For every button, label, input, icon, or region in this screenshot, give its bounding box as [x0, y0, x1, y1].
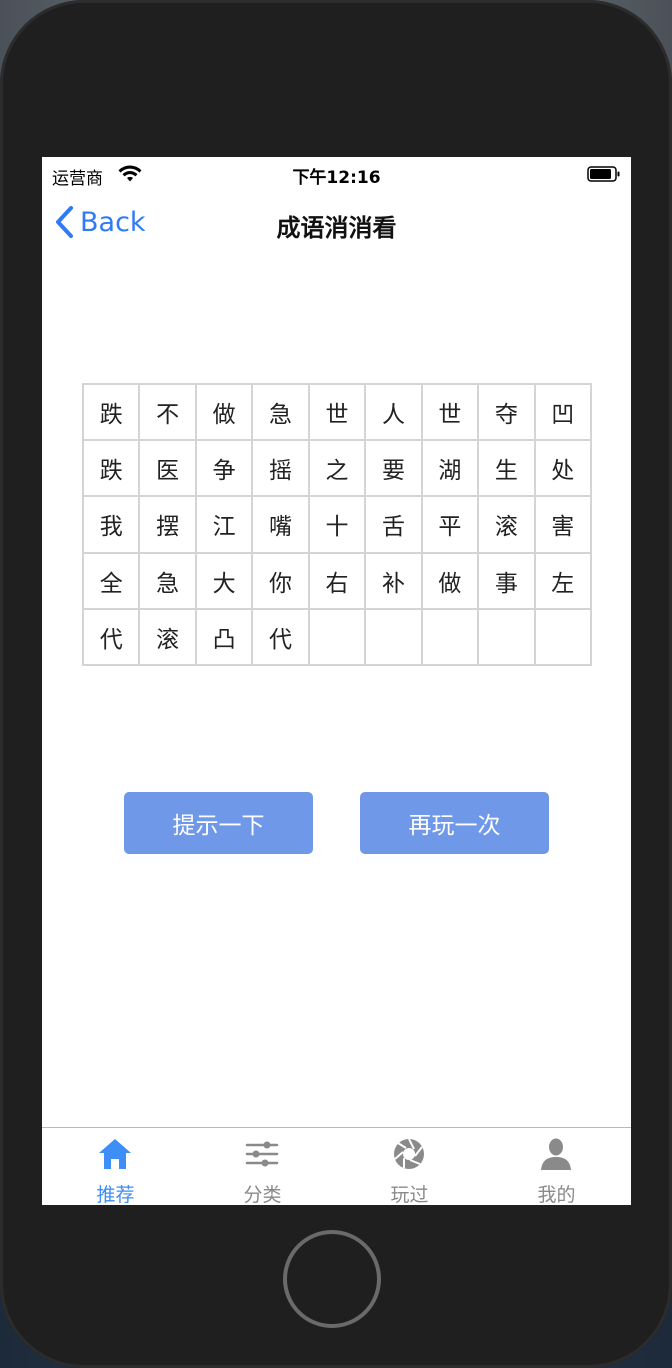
grid-cell[interactable]: 我: [84, 497, 141, 554]
grid-cell[interactable]: 摇: [253, 441, 310, 498]
grid-cell-empty: [309, 609, 367, 666]
grid-cell-empty: [422, 609, 480, 666]
grid-cell[interactable]: 凹: [535, 385, 592, 442]
status-bar: 运营商 下午12:16: [42, 157, 631, 191]
grid-cell[interactable]: 滚: [140, 609, 197, 666]
grid-cell[interactable]: 代: [253, 609, 310, 666]
grid-cell[interactable]: 右: [309, 553, 367, 610]
tab-bar: 推荐 分类 玩过 我的: [42, 1127, 631, 1205]
sliders-icon: [244, 1137, 280, 1171]
grid-cell[interactable]: 处: [535, 441, 592, 498]
grid-cell[interactable]: 凸: [196, 609, 254, 666]
home-button[interactable]: [283, 1230, 381, 1328]
grid-cell[interactable]: 补: [366, 553, 423, 610]
grid-cell[interactable]: 不: [140, 385, 197, 442]
grid-cell[interactable]: 事: [479, 553, 536, 610]
grid-cell-empty: [479, 609, 536, 666]
grid-cell[interactable]: 左: [535, 553, 592, 610]
app-screen: 运营商 下午12:16 Back 成语消消看 跌 不 做 急 世 人 世 夺 凹…: [42, 157, 631, 1205]
tab-label: 分类: [243, 1184, 282, 1205]
grid-cell[interactable]: 全: [84, 553, 141, 610]
grid-cell[interactable]: 世: [309, 385, 367, 442]
grid-cell[interactable]: 大: [196, 553, 254, 610]
grid-cell[interactable]: 嘴: [253, 497, 310, 554]
user-icon: [538, 1137, 574, 1171]
grid-cell[interactable]: 要: [366, 441, 423, 498]
grid-cell[interactable]: 急: [253, 385, 310, 442]
grid-cell[interactable]: 跌: [84, 441, 141, 498]
grid-cell-empty: [366, 609, 423, 666]
grid-cell[interactable]: 生: [479, 441, 536, 498]
grid-cell[interactable]: 害: [535, 497, 592, 554]
grid-cell[interactable]: 湖: [422, 441, 480, 498]
tab-label: 推荐: [96, 1184, 135, 1205]
grid-cell[interactable]: 医: [140, 441, 197, 498]
navigation-bar: Back 成语消消看: [42, 191, 631, 253]
grid-cell-empty: [535, 609, 592, 666]
grid-cell[interactable]: 世: [422, 385, 480, 442]
grid-cell[interactable]: 之: [309, 441, 367, 498]
status-time: 下午12:16: [292, 168, 381, 188]
grid-cell[interactable]: 代: [84, 609, 141, 666]
tab-label: 我的: [537, 1184, 576, 1205]
grid-cell[interactable]: 摆: [140, 497, 197, 554]
character-grid: 跌 不 做 急 世 人 世 夺 凹 跌 医 争 摇 之 要 湖 生 处 我 摆 …: [82, 383, 592, 666]
grid-cell[interactable]: 急: [140, 553, 197, 610]
phone-frame: 运营商 下午12:16 Back 成语消消看 跌 不 做 急 世 人 世 夺 凹…: [0, 0, 672, 1368]
replay-button[interactable]: 再玩一次: [360, 792, 549, 854]
home-icon: [97, 1137, 133, 1171]
page-title: 成语消消看: [276, 214, 397, 242]
grid-cell[interactable]: 夺: [479, 385, 536, 442]
grid-cell[interactable]: 做: [422, 553, 480, 610]
grid-cell[interactable]: 人: [366, 385, 423, 442]
grid-cell[interactable]: 滚: [479, 497, 536, 554]
hint-button[interactable]: 提示一下: [124, 792, 313, 854]
tab-category[interactable]: 分类: [189, 1128, 336, 1205]
grid-cell[interactable]: 争: [196, 441, 254, 498]
tab-mine[interactable]: 我的: [483, 1128, 630, 1205]
grid-cell[interactable]: 十: [309, 497, 367, 554]
aperture-icon: [391, 1137, 427, 1171]
grid-cell[interactable]: 你: [253, 553, 310, 610]
grid-cell[interactable]: 平: [422, 497, 480, 554]
battery-icon: [587, 166, 621, 182]
grid-cell[interactable]: 跌: [84, 385, 141, 442]
grid-cell[interactable]: 做: [196, 385, 254, 442]
tab-played[interactable]: 玩过: [336, 1128, 483, 1205]
grid-cell[interactable]: 舌: [366, 497, 423, 554]
tab-recommend[interactable]: 推荐: [42, 1128, 189, 1205]
grid-cell[interactable]: 江: [196, 497, 254, 554]
tab-label: 玩过: [390, 1184, 429, 1205]
